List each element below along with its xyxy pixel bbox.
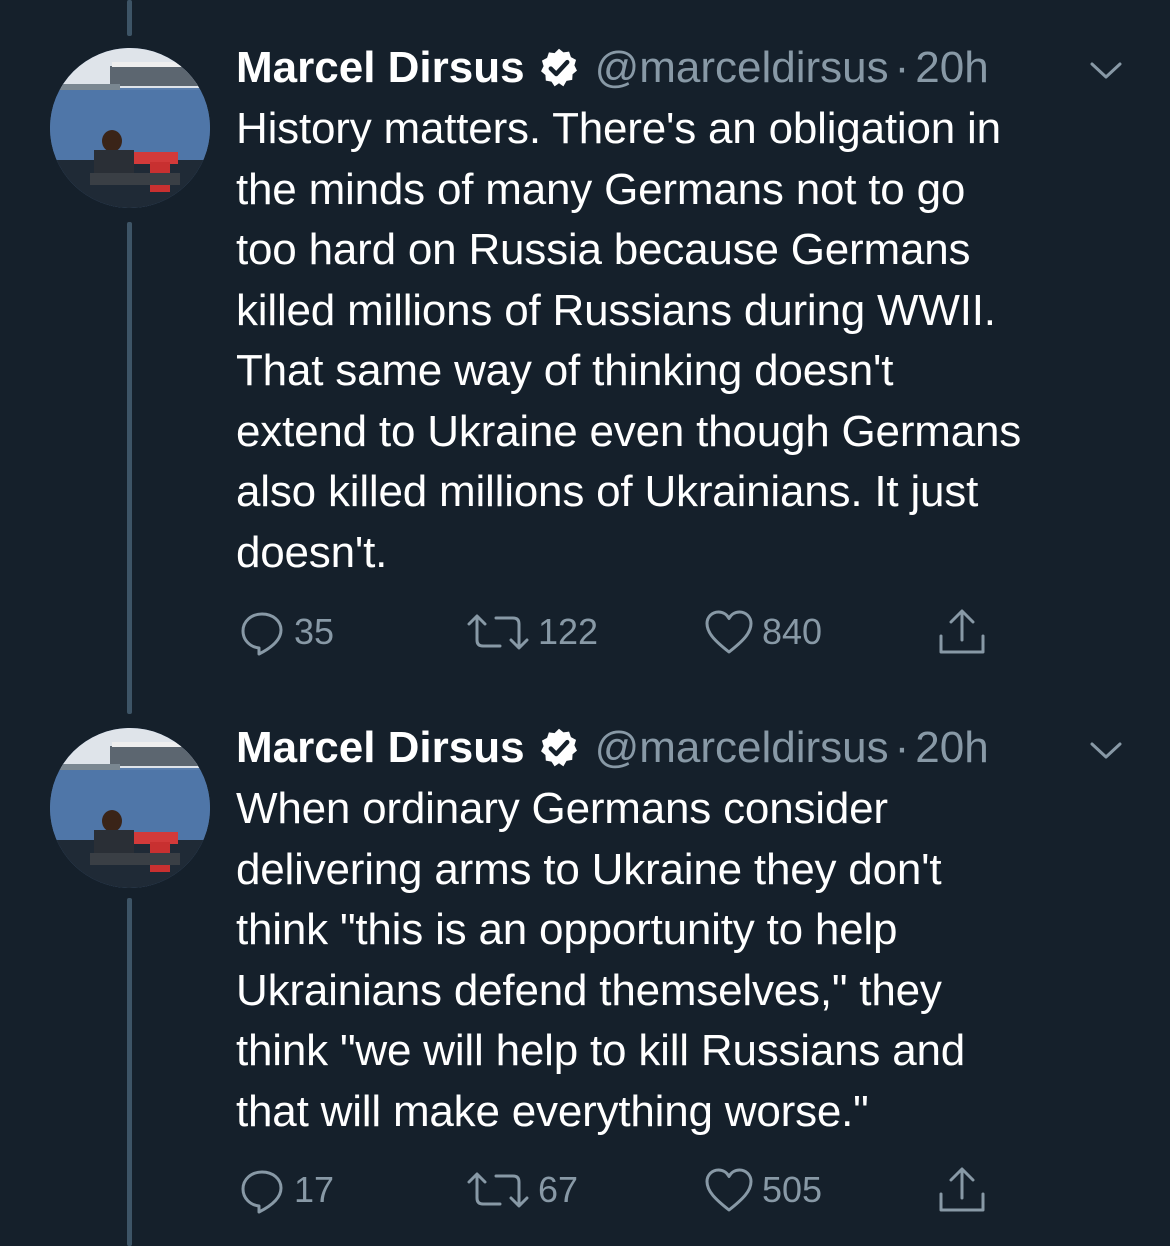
tweet-text: History matters. There's an obligation i… bbox=[236, 99, 1136, 583]
tweet-header: Marcel Dirsus @marceldirsus · 20h bbox=[236, 38, 989, 98]
tweet-actions: 17 67 505 bbox=[0, 1162, 1170, 1218]
tweet[interactable]: Marcel Dirsus @marceldirsus · 20h Histor… bbox=[0, 38, 1170, 678]
tweet-text-line: Ukrainians defend themselves," they bbox=[236, 965, 942, 1015]
display-name[interactable]: Marcel Dirsus bbox=[236, 38, 525, 98]
retweet-count: 122 bbox=[538, 611, 599, 652]
verified-badge-icon bbox=[537, 46, 581, 90]
retweet-icon bbox=[466, 608, 530, 656]
retweet-count: 67 bbox=[538, 1169, 579, 1210]
tweet-text-line: think "we will help to kill Russians and bbox=[236, 1026, 966, 1075]
heart-icon bbox=[704, 608, 754, 656]
handle[interactable]: @marceldirsus bbox=[595, 718, 889, 778]
like-button[interactable]: 505 bbox=[704, 1162, 822, 1218]
tweet-text-line: the minds of many Germans not to go bbox=[236, 164, 966, 214]
retweet-button[interactable]: 67 bbox=[466, 1162, 578, 1218]
tweet-text-line: That same way of thinking doesn't bbox=[236, 346, 894, 395]
tweet-text-line: delivering arms to Ukraine they don't bbox=[236, 844, 942, 894]
tweet-text-line: doesn't. bbox=[236, 527, 388, 577]
tweet-text: When ordinary Germans consider deliverin… bbox=[236, 779, 1136, 1142]
reply-icon bbox=[238, 1166, 286, 1214]
chevron-down-icon[interactable] bbox=[1086, 50, 1126, 90]
tweet-text-line: killed millions of Russians during WWII. bbox=[236, 285, 996, 335]
reply-icon bbox=[238, 608, 286, 656]
tweet-text-line: extend to Ukraine even though Germans bbox=[236, 406, 1022, 456]
reply-count: 17 bbox=[294, 1169, 335, 1210]
tweet-text-line: too hard on Russia because Germans bbox=[236, 225, 971, 274]
verified-badge-icon bbox=[537, 726, 581, 770]
tweet-text-line: also killed millions of Ukrainians. It j… bbox=[236, 467, 979, 516]
share-button[interactable] bbox=[936, 1162, 988, 1218]
tweet-text-line: that will make everything worse." bbox=[236, 1086, 869, 1136]
display-name[interactable]: Marcel Dirsus bbox=[236, 718, 525, 778]
retweet-icon bbox=[466, 1166, 530, 1214]
heart-icon bbox=[704, 1166, 754, 1214]
tweet-text-line: When ordinary Germans consider bbox=[236, 784, 888, 833]
handle[interactable]: @marceldirsus bbox=[595, 38, 889, 98]
share-icon bbox=[936, 606, 988, 658]
like-count: 840 bbox=[762, 611, 823, 652]
reply-button[interactable]: 17 bbox=[238, 1162, 334, 1218]
avatar[interactable] bbox=[50, 728, 210, 888]
reply-button[interactable]: 35 bbox=[238, 604, 334, 660]
tweet[interactable]: Marcel Dirsus @marceldirsus · 20h When o… bbox=[0, 718, 1170, 1238]
retweet-button[interactable]: 122 bbox=[466, 604, 598, 660]
share-button[interactable] bbox=[936, 604, 988, 660]
tweet-actions: 35 122 840 bbox=[0, 604, 1170, 660]
thread-line-top bbox=[127, 0, 132, 36]
like-count: 505 bbox=[762, 1169, 823, 1210]
reply-count: 35 bbox=[294, 611, 335, 652]
tweet-header: Marcel Dirsus @marceldirsus · 20h bbox=[236, 718, 989, 778]
tweet-text-line: think "this is an opportunity to help bbox=[236, 905, 898, 954]
like-button[interactable]: 840 bbox=[704, 604, 822, 660]
chevron-down-icon[interactable] bbox=[1086, 730, 1126, 770]
timestamp[interactable]: 20h bbox=[915, 718, 988, 778]
avatar[interactable] bbox=[50, 48, 210, 208]
tweet-text-line: History matters. There's an obligation i… bbox=[236, 104, 1001, 153]
timestamp[interactable]: 20h bbox=[915, 38, 988, 98]
separator-dot: · bbox=[894, 43, 910, 92]
separator-dot: · bbox=[894, 723, 910, 772]
share-icon bbox=[936, 1164, 988, 1216]
